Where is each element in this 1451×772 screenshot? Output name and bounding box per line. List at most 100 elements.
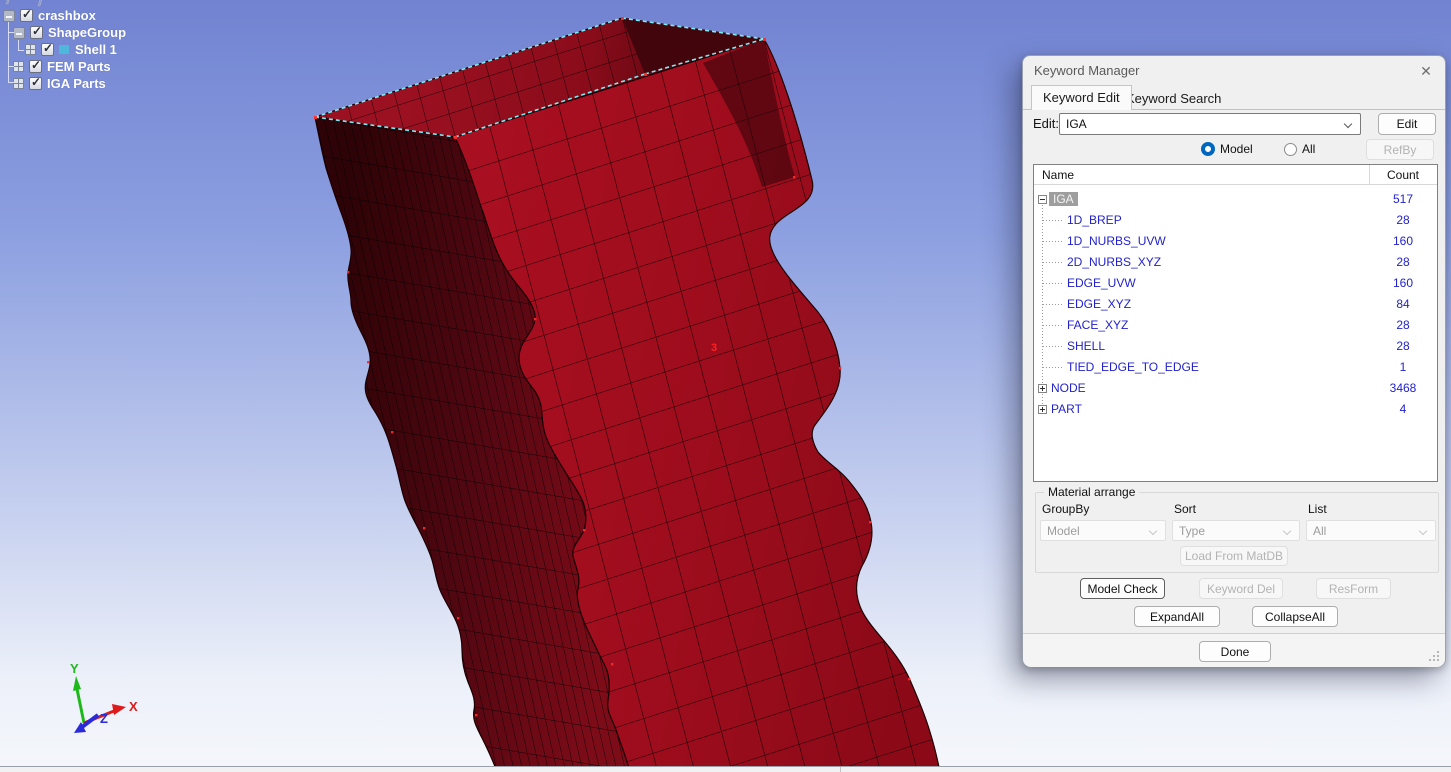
table-row[interactable]: EDGE_UVW 160 — [1034, 273, 1437, 294]
close-icon[interactable]: ✕ — [1417, 62, 1435, 80]
tree-item-shapegroup[interactable]: ✓ ShapeGroup — [13, 24, 126, 41]
collapse-expander-icon[interactable] — [13, 27, 25, 39]
visibility-checkbox[interactable]: ✓ — [29, 77, 42, 90]
tab-keyword-edit[interactable]: Keyword Edit — [1031, 85, 1132, 110]
row-count: 160 — [1369, 234, 1437, 248]
visibility-checkbox[interactable]: ✓ — [41, 43, 54, 56]
all-radio[interactable] — [1284, 143, 1297, 156]
application-window: 3 Y X Z ⫽ ⫽ ✓ crashbox ✓ — [0, 0, 1451, 772]
expand-all-button[interactable]: ExpandAll — [1134, 606, 1220, 627]
axis-z-label: Z — [100, 711, 108, 726]
row-count: 28 — [1369, 339, 1437, 353]
chevron-down-icon — [1344, 120, 1352, 128]
visibility-checkbox[interactable]: ✓ — [29, 60, 42, 73]
model-radio-label: Model — [1220, 142, 1253, 156]
check-icon: ✓ — [31, 58, 41, 72]
visibility-checkbox[interactable]: ✓ — [30, 26, 43, 39]
model-radio[interactable] — [1201, 142, 1215, 156]
table-row[interactable]: 1D_NURBS_UVW 160 — [1034, 231, 1437, 252]
keyword-del-button: Keyword Del — [1199, 578, 1283, 599]
table-row-node[interactable]: NODE 3468 — [1034, 378, 1437, 399]
row-count: 4 — [1369, 402, 1437, 416]
row-count: 1 — [1369, 360, 1437, 374]
row-count: 28 — [1369, 255, 1437, 269]
sort-combobox: Type — [1172, 520, 1300, 541]
keyword-table[interactable]: Name Count IGA 517 1D_BREP 28 1D_NURBS_U… — [1033, 164, 1438, 482]
visibility-checkbox[interactable]: ✓ — [20, 9, 33, 22]
groupby-combobox: Model — [1040, 520, 1166, 541]
model-tree: ⫽ ⫽ ✓ crashbox ✓ ShapeGroup ✓ Shell 1 ✓ … — [0, 0, 230, 100]
list-value: All — [1313, 524, 1326, 538]
collapse-all-button[interactable]: CollapseAll — [1252, 606, 1338, 627]
keyword-combobox[interactable]: IGA — [1059, 113, 1361, 135]
edit-button[interactable]: Edit — [1378, 113, 1436, 135]
part-grid-icon — [13, 78, 24, 89]
load-from-matdb-button: Load From MatDB — [1180, 546, 1288, 566]
part-grid-icon — [25, 44, 36, 55]
bottom-panel-edge — [0, 766, 1451, 772]
resize-grip[interactable] — [1429, 651, 1439, 661]
material-arrange-group: Material arrange GroupBy Sort List Model… — [1035, 492, 1439, 573]
list-label: List — [1308, 502, 1327, 516]
table-row[interactable]: FACE_XYZ 28 — [1034, 315, 1437, 336]
table-row[interactable]: 2D_NURBS_XYZ 28 — [1034, 252, 1437, 273]
part-grid-icon — [13, 61, 24, 72]
row-count: 28 — [1369, 318, 1437, 332]
row-name[interactable]: 2D_NURBS_XYZ — [1067, 255, 1161, 269]
column-header-name: Name — [1042, 168, 1074, 182]
row-name[interactable]: SHELL — [1067, 339, 1105, 353]
keyword-manager-dialog: Keyword Manager ✕ Keyword Edit Keyword S… — [1022, 55, 1446, 667]
row-name[interactable]: IGA — [1049, 192, 1078, 206]
axis-y-label: Y — [70, 661, 79, 676]
tree-item-label[interactable]: FEM Parts — [47, 59, 111, 74]
table-row[interactable]: TIED_EDGE_TO_EDGE 1 — [1034, 357, 1437, 378]
row-name[interactable]: 1D_BREP — [1067, 213, 1122, 227]
row-name[interactable]: EDGE_XYZ — [1067, 297, 1131, 311]
check-icon: ✓ — [32, 24, 42, 38]
tree-item-iga-parts[interactable]: ✓ IGA Parts — [13, 75, 106, 92]
all-radio-label: All — [1302, 142, 1315, 156]
collapse-expander-icon[interactable] — [1038, 195, 1047, 204]
row-name[interactable]: EDGE_UVW — [1067, 276, 1136, 290]
table-row-iga[interactable]: IGA 517 — [1034, 189, 1437, 210]
row-name[interactable]: PART — [1051, 402, 1082, 416]
row-name[interactable]: TIED_EDGE_TO_EDGE — [1067, 360, 1199, 374]
chevron-down-icon — [1149, 527, 1157, 535]
tab-keyword-search[interactable]: Keyword Search — [1115, 87, 1232, 109]
row-count: 84 — [1369, 297, 1437, 311]
tree-item-label[interactable]: ShapeGroup — [48, 25, 126, 40]
row-name[interactable]: FACE_XYZ — [1067, 318, 1128, 332]
collapse-expander-icon[interactable] — [3, 10, 15, 22]
tree-item-label[interactable]: crashbox — [38, 8, 96, 23]
tree-item-label[interactable]: Shell 1 — [75, 42, 117, 57]
row-count: 517 — [1369, 192, 1437, 206]
sort-value: Type — [1179, 524, 1205, 538]
tree-item-crashbox[interactable]: ✓ crashbox — [3, 7, 96, 24]
model-check-button[interactable]: Model Check — [1080, 578, 1165, 599]
row-name[interactable]: 1D_NURBS_UVW — [1067, 234, 1166, 248]
dialog-title[interactable]: Keyword Manager — [1034, 56, 1140, 86]
row-count: 28 — [1369, 213, 1437, 227]
done-button[interactable]: Done — [1199, 641, 1271, 662]
table-row[interactable]: 1D_BREP 28 — [1034, 210, 1437, 231]
table-row-part[interactable]: PART 4 — [1034, 399, 1437, 420]
row-name[interactable]: NODE — [1051, 381, 1086, 395]
corner-mark-icon: ⫽ — [6, 0, 10, 7]
axis-x-label: X — [129, 699, 138, 714]
table-row[interactable]: SHELL 28 — [1034, 336, 1437, 357]
expand-expander-icon[interactable] — [1038, 384, 1047, 393]
expand-expander-icon[interactable] — [1038, 405, 1047, 414]
tree-item-fem-parts[interactable]: ✓ FEM Parts — [13, 58, 111, 75]
check-icon: ✓ — [43, 41, 53, 55]
panel-divider — [840, 767, 841, 772]
resform-button: ResForm — [1316, 578, 1391, 599]
part-color-swatch — [59, 45, 69, 54]
tree-item-shell1[interactable]: ✓ Shell 1 — [25, 41, 117, 58]
list-combobox: All — [1306, 520, 1436, 541]
check-icon: ✓ — [22, 7, 32, 21]
row-count: 160 — [1369, 276, 1437, 290]
refby-button: RefBy — [1366, 139, 1434, 160]
table-row[interactable]: EDGE_XYZ 84 — [1034, 294, 1437, 315]
tree-item-label[interactable]: IGA Parts — [47, 76, 106, 91]
groupby-value: Model — [1047, 524, 1080, 538]
